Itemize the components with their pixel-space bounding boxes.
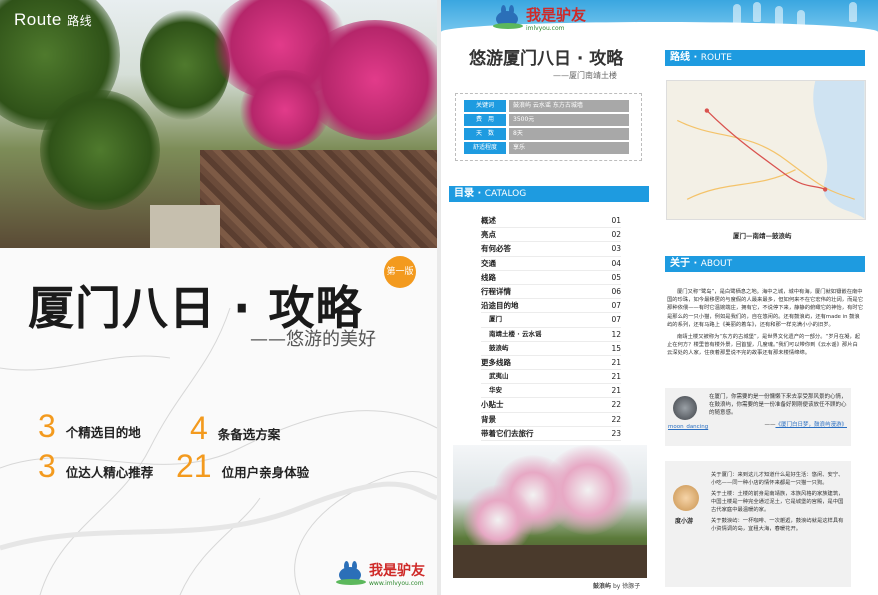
guide-photo	[453, 445, 647, 578]
toc-item-page: 21	[611, 386, 621, 396]
route-heading: 路线 · ROUTE	[665, 50, 865, 66]
toc-item[interactable]: 线路 05	[481, 271, 621, 285]
toc-item[interactable]: 交通 04	[481, 257, 621, 271]
edition-badge: 第一版	[384, 256, 416, 288]
donkey-logo-icon	[493, 5, 523, 31]
toc-item[interactable]: 背景 22	[481, 413, 621, 427]
toc-item-title: 小贴士	[481, 400, 504, 410]
about-heading: 关于 · ABOUT	[665, 256, 865, 272]
toc-item-page: 02	[611, 230, 621, 240]
toc-item-page: 03	[611, 244, 621, 254]
toc-item-title: 有何必答	[481, 244, 511, 254]
cover-subtitle: ——悠游的美好	[250, 329, 376, 350]
stat-destinations: 3 个精选目的地	[38, 408, 141, 444]
donkey-logo-icon	[336, 560, 366, 587]
catalog-heading: 目录 · CATALOG	[449, 186, 649, 202]
toc-item[interactable]: 厦门 07	[481, 313, 621, 328]
toc-item-title: 南靖土楼 · 云水谣	[489, 329, 542, 338]
quote-source-link[interactable]: 《厦门白日梦，鼓浪屿漫游》	[775, 422, 847, 428]
guide-page: 我是驴友 imlvyou.com 悠游厦门八日 · 攻略 ——厦门南靖土楼 关键…	[441, 0, 878, 595]
quote-source: ——《厦门白日梦，鼓浪屿漫游》	[764, 422, 847, 428]
toc-item-title: 背景	[481, 414, 496, 424]
toc-item-page: 22	[611, 400, 621, 410]
toc-item[interactable]: 华安 21	[481, 384, 621, 399]
toc-item[interactable]: 更多线路 21	[481, 356, 621, 371]
quote-box: moon_dancing 在厦门，你需要的是一份慵懒下来去享受那风景的心情，在鼓…	[665, 388, 851, 446]
toc-item-title: 武夷山	[489, 372, 509, 381]
info-row-comfort: 舒适程度 享乐	[464, 142, 633, 154]
toc-item[interactable]: 沿途目的地 07	[481, 299, 621, 314]
photo-caption: 鼓浪屿 by 徐豚子	[593, 583, 641, 590]
guide-subtitle: ——厦门南靖土楼	[553, 71, 617, 80]
toc-item-page: 12	[611, 329, 621, 339]
toc-item-title: 更多线路	[481, 357, 511, 367]
table-of-contents: 概述 01 亮点 02 有何必答 03 交通 04 线路 05 行程详情 06 沿途目的地 07 厦门 07 南…	[481, 214, 621, 441]
about-paragraph: 厦门又称“鹭岛”，是白鹭栖息之地。海中之城，城中有海，厦门就如镶嵌在南中国的珍珠…	[667, 289, 863, 328]
info-row-days: 天 数 8天	[464, 128, 633, 140]
toc-item-title: 行程详情	[481, 286, 511, 296]
toc-item[interactable]: 有何必答 03	[481, 242, 621, 257]
toc-item[interactable]: 行程详情 06	[481, 285, 621, 300]
cover-photo	[0, 0, 437, 248]
route-tag: Route 路线	[14, 10, 93, 29]
toc-item-page: 21	[611, 357, 621, 367]
toc-item-title: 华安	[489, 386, 502, 395]
toc-item-title: 厦门	[489, 315, 502, 324]
quote-author-link[interactable]: moon_dancing	[668, 424, 708, 430]
stat-users: 21 位用户亲身体验	[176, 448, 310, 484]
toc-item[interactable]: 小贴士 22	[481, 398, 621, 413]
toc-item-page: 07	[611, 301, 621, 311]
toc-item-page: 07	[611, 315, 621, 325]
cover-page: Route 路线 厦门八日 · 攻略 第一版 ——悠游的美好 3 个精选目的地 4…	[0, 0, 437, 595]
info-row-cost: 费 用 3500元	[464, 114, 633, 126]
stat-experts: 3 位达人精心推荐	[38, 448, 154, 484]
toc-item[interactable]: 带着它们去旅行 23	[481, 427, 621, 441]
toc-item[interactable]: 南靖土楼 · 云水谣 12	[481, 328, 621, 342]
toc-item-page: 15	[611, 343, 621, 353]
tip-paragraph: 关于鼓浪屿：一杯咖啡、一次邂逅，鼓浪屿就是这样具有小资情调的岛，宜租大海，春暖花…	[711, 518, 844, 532]
toc-item-page: 04	[611, 258, 621, 268]
tips-author: 度小游	[675, 518, 694, 525]
avatar	[673, 485, 699, 511]
stat-plans: 4 条备选方案	[190, 410, 281, 446]
tips-box: 度小游 关于厦门：来到这儿才知道什么是好生活：悠闲、安宁、小吃——同一种小店的情…	[665, 461, 851, 587]
toc-item[interactable]: 概述 01	[481, 214, 621, 229]
toc-item-title: 亮点	[481, 230, 496, 240]
header-logo: 我是驴友 imlvyou.com	[493, 4, 586, 32]
guide-title: 悠游厦门八日 · 攻略	[469, 49, 624, 69]
toc-item[interactable]: 武夷山 21	[481, 370, 621, 385]
toc-item-title: 线路	[481, 272, 496, 282]
toc-item-page: 05	[611, 272, 621, 282]
map-caption: 厦门—南靖—鼓浪屿	[733, 232, 792, 240]
tip-paragraph: 关于土楼：土楼的前身是南靖族，本族风格的家族建筑，中国土楼是一种完全通过泥土，它…	[711, 491, 844, 513]
route-map	[666, 80, 866, 220]
cover-logo: 我是驴友 www.imlvyou.com	[336, 560, 425, 587]
toc-item-page: 06	[611, 286, 621, 296]
toc-item-page: 22	[611, 414, 621, 424]
quote-text: 在厦门，你需要的是一份慵懒下来去享受那风景的心情，在鼓浪屿，你需要的是一份准备好…	[709, 394, 847, 416]
toc-item-title: 鼓浪屿	[489, 343, 509, 352]
toc-item-page: 21	[611, 372, 621, 382]
about-text: 厦门又称“鹭岛”，是白鹭栖息之地。海中之城，城中有海，厦门就如镶嵌在南中国的珍珠…	[667, 288, 863, 362]
toc-item-title: 概述	[481, 216, 496, 225]
toc-item[interactable]: 鼓浪屿 15	[481, 342, 621, 356]
toc-item-page: 01	[611, 216, 621, 225]
toc-item-page: 23	[611, 428, 621, 438]
toc-item-title: 交通	[481, 258, 496, 268]
avatar	[673, 396, 697, 420]
about-paragraph: 南靖土楼又被称为“东方的古城堡”，是世界文化遗产的一部分。“岁月在凝，起止在何方…	[667, 334, 861, 357]
info-box: 关键词 鼓浪屿 云水谣 东方古城墙 费 用 3500元 天 数 8天 舒适程度 享乐	[455, 93, 642, 161]
tip-paragraph: 关于厦门：来到这儿才知道什么是好生活：悠闲、安宁、小吃——同一种小店的情怀来都是…	[711, 472, 844, 486]
info-row-keywords: 关键词 鼓浪屿 云水谣 东方古城墙	[464, 100, 633, 112]
toc-item-title: 沿途目的地	[481, 301, 519, 311]
toc-item[interactable]: 亮点 02	[481, 228, 621, 243]
toc-item-title: 带着它们去旅行	[481, 428, 534, 438]
